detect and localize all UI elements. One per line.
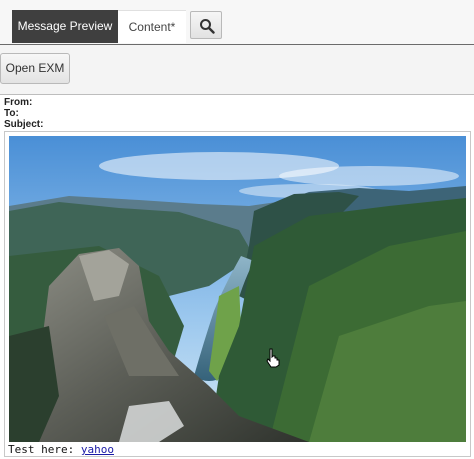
hand-cursor-icon xyxy=(266,348,280,368)
search-icon xyxy=(200,19,215,34)
tab-content[interactable]: Content* xyxy=(118,10,186,43)
body-text: Test here: xyxy=(8,443,75,456)
from-label: From: xyxy=(4,97,33,108)
tab-bar: Message Preview Content* xyxy=(0,0,474,45)
yahoo-link[interactable]: yahoo xyxy=(81,443,114,456)
to-label: To: xyxy=(4,108,19,119)
open-exm-button[interactable]: Open EXM xyxy=(0,53,70,84)
search-button[interactable] xyxy=(190,11,222,39)
toolbar: Open EXM xyxy=(0,45,474,95)
message-body-text: Test here: yahoo xyxy=(8,443,114,456)
message-headers: From: To: Subject: xyxy=(4,97,43,130)
subject-label: Subject: xyxy=(4,119,44,130)
fjord-landscape-image xyxy=(9,136,466,442)
tab-message-preview[interactable]: Message Preview xyxy=(12,10,118,43)
